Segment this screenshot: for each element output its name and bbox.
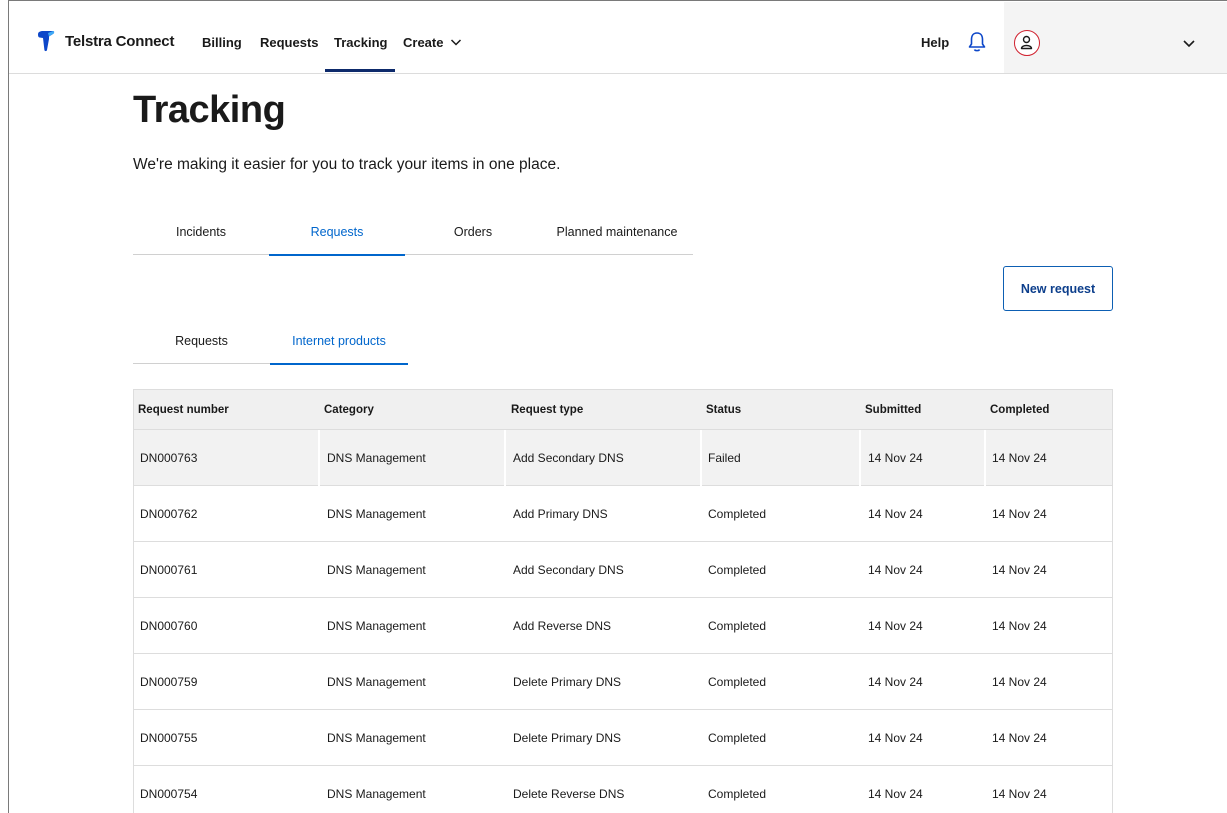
brand-name[interactable]: Telstra Connect: [65, 33, 174, 50]
table-row[interactable]: DN000763 DNS Management Add Secondary DN…: [134, 430, 1112, 486]
cell-submitted: 14 Nov 24: [868, 731, 923, 745]
user-icon: [1020, 35, 1033, 50]
tab-incidents[interactable]: Incidents: [133, 209, 269, 255]
page-title: Tracking: [133, 89, 286, 131]
cell-category: DNS Management: [327, 619, 426, 633]
new-request-button[interactable]: New request: [1003, 266, 1113, 311]
bell-icon[interactable]: [967, 31, 987, 53]
tracking-tabs: Incidents Requests Orders Planned mainte…: [133, 209, 693, 256]
col-completed[interactable]: Completed: [990, 390, 1049, 430]
nav-link-requests[interactable]: Requests: [260, 35, 319, 50]
cell-request-type: Delete Primary DNS: [513, 675, 622, 689]
cell-request-number: DN000762: [140, 507, 198, 521]
cell-status: Completed: [708, 619, 767, 633]
cell-status: Completed: [708, 787, 767, 801]
cell-submitted: 14 Nov 24: [868, 451, 923, 465]
col-request-number[interactable]: Request number: [138, 390, 229, 430]
cell-category: DNS Management: [327, 451, 426, 465]
cell-request-number: DN000755: [140, 731, 198, 745]
request-subtabs: Requests Internet products: [133, 318, 408, 365]
app-window: Telstra Connect Billing Requests Trackin…: [8, 0, 1227, 813]
cell-completed: 14 Nov 24: [992, 563, 1047, 577]
cell-submitted: 14 Nov 24: [868, 563, 923, 577]
cell-submitted: 14 Nov 24: [868, 619, 923, 633]
cell-request-number: DN000759: [140, 675, 198, 689]
subtab-internet-products[interactable]: Internet products: [270, 318, 408, 365]
tab-orders[interactable]: Orders: [405, 209, 541, 255]
col-request-type[interactable]: Request type: [511, 390, 583, 430]
table-row[interactable]: DN000761 DNS Management Add Secondary DN…: [134, 542, 1112, 598]
table-row[interactable]: DN000760 DNS Management Add Reverse DNS …: [134, 598, 1112, 654]
nav-active-indicator: [325, 69, 395, 72]
cell-category: DNS Management: [327, 675, 426, 689]
cell-submitted: 14 Nov 24: [868, 787, 923, 801]
table-row[interactable]: DN000754 DNS Management Delete Reverse D…: [134, 766, 1112, 813]
nav-link-create[interactable]: Create: [403, 35, 443, 50]
cell-category: DNS Management: [327, 507, 426, 521]
chevron-down-icon[interactable]: [450, 37, 462, 47]
cell-category: DNS Management: [327, 787, 426, 801]
tab-planned-maintenance[interactable]: Planned maintenance: [541, 209, 693, 255]
col-category[interactable]: Category: [324, 390, 374, 430]
avatar[interactable]: [1014, 30, 1040, 56]
help-link[interactable]: Help: [921, 35, 949, 50]
cell-submitted: 14 Nov 24: [868, 507, 923, 521]
cell-submitted: 14 Nov 24: [868, 675, 923, 689]
cell-request-number: DN000763: [140, 451, 198, 465]
cell-completed: 14 Nov 24: [992, 619, 1047, 633]
cell-request-type: Delete Primary DNS: [513, 731, 622, 745]
cell-completed: 14 Nov 24: [992, 675, 1047, 689]
cell-completed: 14 Nov 24: [992, 451, 1047, 465]
page-subtitle: We're making it easier for you to track …: [133, 156, 561, 173]
cell-request-type: Add Secondary DNS: [513, 451, 624, 465]
nav-link-billing[interactable]: Billing: [202, 35, 242, 50]
table-row[interactable]: DN000759 DNS Management Delete Primary D…: [134, 654, 1112, 710]
cell-category: DNS Management: [327, 731, 426, 745]
cell-status: Completed: [708, 563, 767, 577]
cell-request-type: Add Reverse DNS: [513, 619, 612, 633]
col-status[interactable]: Status: [706, 390, 741, 430]
nav-link-tracking[interactable]: Tracking: [334, 35, 387, 50]
cell-completed: 14 Nov 24: [992, 787, 1047, 801]
cell-status: Completed: [708, 731, 767, 745]
cell-request-type: Add Primary DNS: [513, 507, 608, 521]
account-chevron-down-icon[interactable]: [1182, 38, 1196, 48]
cell-request-number: DN000761: [140, 563, 198, 577]
table-row[interactable]: DN000762 DNS Management Add Primary DNS …: [134, 486, 1112, 542]
cell-category: DNS Management: [327, 563, 426, 577]
cell-completed: 14 Nov 24: [992, 507, 1047, 521]
requests-table: Request number Category Request type Sta…: [133, 389, 1113, 813]
cell-completed: 14 Nov 24: [992, 731, 1047, 745]
table-header: Request number Category Request type Sta…: [134, 390, 1112, 430]
cell-request-type: Delete Reverse DNS: [513, 787, 625, 801]
cell-status: Failed: [708, 451, 741, 465]
subtab-requests[interactable]: Requests: [133, 318, 270, 364]
cell-request-number: DN000760: [140, 619, 198, 633]
cell-request-type: Add Secondary DNS: [513, 563, 624, 577]
telstra-logo-icon[interactable]: [37, 30, 55, 52]
col-submitted[interactable]: Submitted: [865, 390, 921, 430]
tab-requests[interactable]: Requests: [269, 209, 405, 256]
top-nav: Telstra Connect Billing Requests Trackin…: [9, 1, 1227, 74]
cell-status: Completed: [708, 507, 767, 521]
cell-status: Completed: [708, 675, 767, 689]
cell-request-number: DN000754: [140, 787, 198, 801]
table-row[interactable]: DN000755 DNS Management Delete Primary D…: [134, 710, 1112, 766]
